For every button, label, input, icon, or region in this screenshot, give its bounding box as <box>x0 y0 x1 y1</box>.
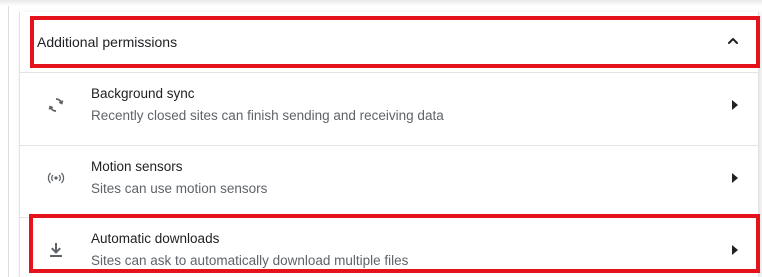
arrow-right-icon <box>732 100 738 110</box>
sync-icon <box>46 95 66 115</box>
arrow-right-icon <box>732 173 738 183</box>
additional-permissions-header[interactable]: Additional permissions <box>20 12 758 72</box>
permission-description: Sites can use motion sensors <box>91 181 268 196</box>
permission-description: Recently closed sites can finish sending… <box>91 108 444 123</box>
settings-page: Additional permissions Background sync R… <box>0 0 762 277</box>
arrow-right-icon <box>732 245 738 255</box>
section-title: Additional permissions <box>37 34 178 50</box>
motion-sensors-icon <box>46 168 66 188</box>
left-edge <box>8 6 9 277</box>
permission-description: Sites can ask to automatically download … <box>91 253 409 268</box>
permission-title: Motion sensors <box>91 159 183 174</box>
permission-row-automatic-downloads[interactable]: Automatic downloads Sites can ask to aut… <box>20 217 758 277</box>
permission-row-background-sync[interactable]: Background sync Recently closed sites ca… <box>20 72 758 136</box>
chevron-up-icon <box>728 38 738 44</box>
top-edge <box>0 0 762 6</box>
permissions-card: Additional permissions Background sync R… <box>19 12 759 277</box>
permission-title: Automatic downloads <box>91 231 220 246</box>
download-icon <box>46 240 66 260</box>
permission-row-motion-sensors[interactable]: Motion sensors Sites can use motion sens… <box>20 145 758 209</box>
permission-title: Background sync <box>91 86 195 101</box>
